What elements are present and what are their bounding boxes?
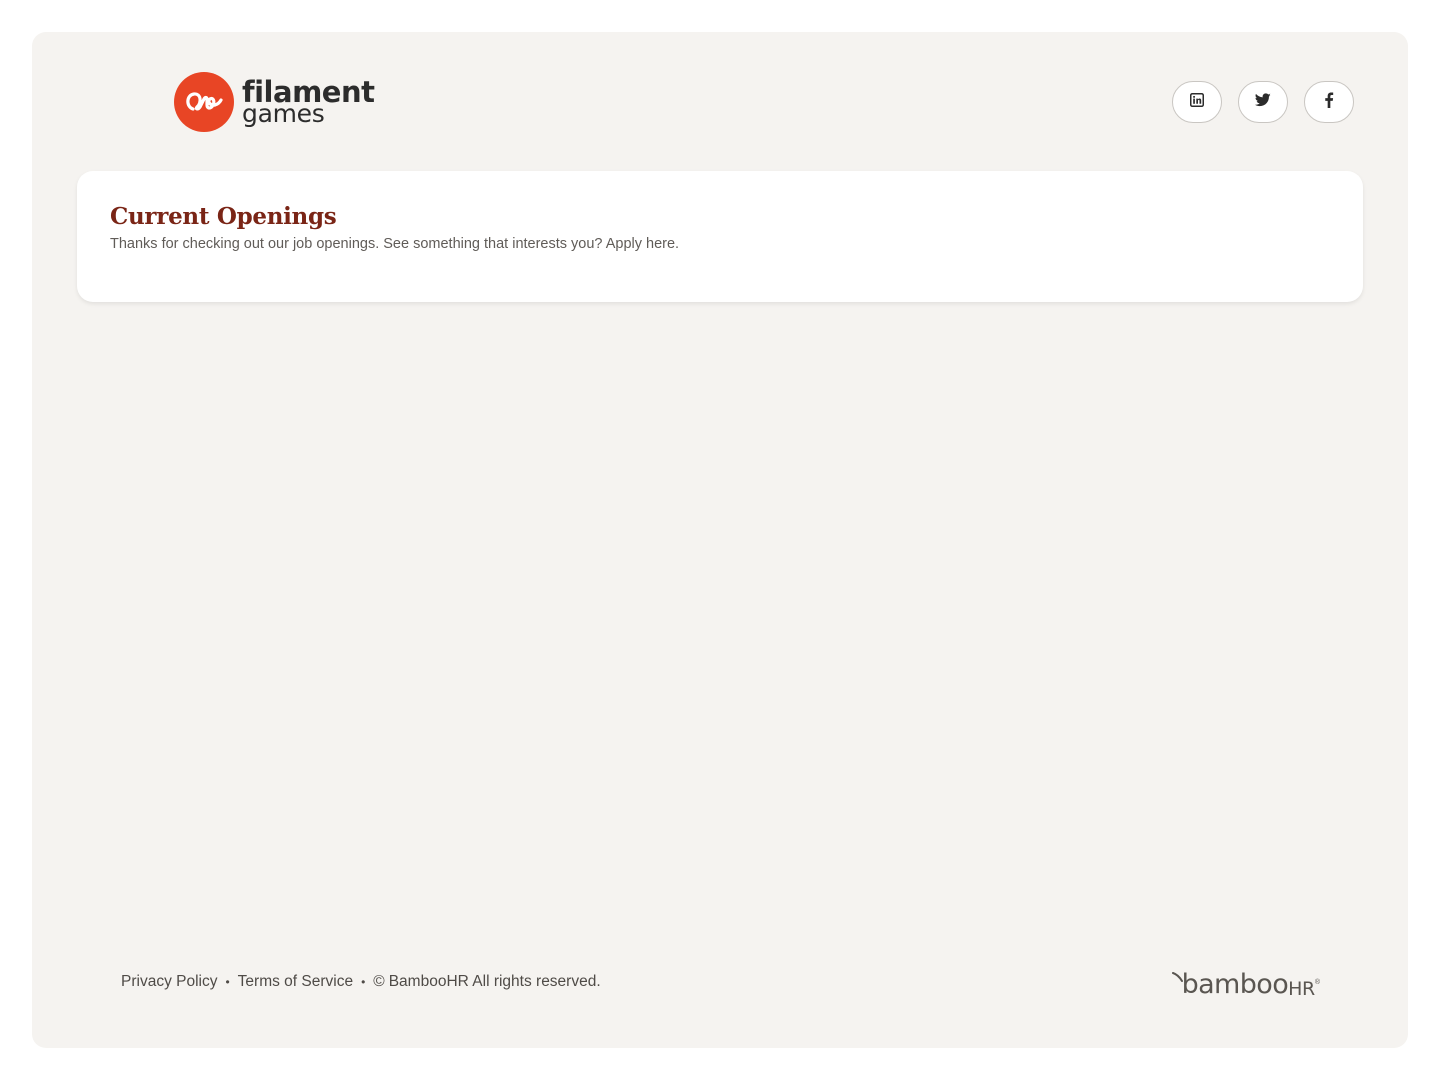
facebook-button[interactable] <box>1304 81 1354 123</box>
filament-games-logo-icon <box>174 72 234 132</box>
linkedin-button[interactable] <box>1172 81 1222 123</box>
social-links <box>1172 81 1354 123</box>
page-subtitle: Thanks for checking out our job openings… <box>110 236 680 252</box>
facebook-icon <box>1324 91 1334 113</box>
bamboohr-wordmark: bamboo <box>1181 969 1289 1000</box>
trademark-icon: ® <box>1314 979 1320 986</box>
logo-word-games: games <box>242 99 325 128</box>
page-container: filament games Current Openings Thanks f… <box>32 32 1408 1048</box>
twitter-button[interactable] <box>1238 81 1288 123</box>
footer-links: Privacy Policy • Terms of Service • © Ba… <box>121 973 601 991</box>
company-logo[interactable]: filament games <box>174 72 375 132</box>
linkedin-icon <box>1190 92 1204 112</box>
footer-separator: • <box>225 975 230 989</box>
terms-of-service-link[interactable]: Terms of Service <box>238 973 353 991</box>
logo-wordmark: filament games <box>242 78 375 128</box>
page-title: Current Openings <box>110 203 337 230</box>
privacy-policy-link[interactable]: Privacy Policy <box>121 973 217 991</box>
openings-card: Current Openings Thanks for checking out… <box>77 171 1363 302</box>
footer-separator: • <box>361 975 366 989</box>
bamboohr-suffix: HR <box>1288 978 1315 1000</box>
bamboohr-logo[interactable]: bamboo HR ® <box>1171 969 1320 1004</box>
copyright-icon: © <box>373 973 385 990</box>
copyright-text: BambooHR All rights reserved. <box>388 973 601 990</box>
twitter-icon <box>1254 92 1271 112</box>
